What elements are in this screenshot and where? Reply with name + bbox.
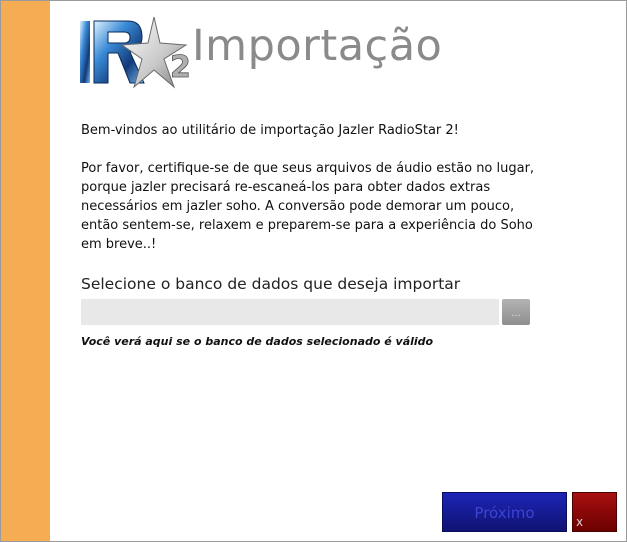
page-title: Importação — [192, 21, 443, 71]
instructions-text: Por favor, certifique-se de que seus arq… — [81, 161, 535, 252]
database-path-input[interactable] — [81, 299, 499, 325]
svg-text:2: 2 — [170, 50, 190, 85]
database-select-label: Selecione o banco de dados que deseja im… — [81, 275, 461, 293]
intro-text: Bem-vindos ao utilitário de importação J… — [81, 121, 541, 254]
welcome-text: Bem-vindos ao utilitário de importação J… — [81, 123, 459, 138]
validity-message: Você verá aqui se o banco de dados selec… — [81, 335, 434, 348]
side-accent-bar — [1, 1, 50, 541]
close-icon: x — [576, 515, 584, 529]
browse-button[interactable]: ... — [502, 299, 530, 325]
import-window: 2 Importação Bem-vindos ao utilitário de… — [0, 0, 627, 542]
next-button[interactable]: Próximo — [442, 492, 567, 532]
radiostar-2-logo-icon: 2 — [78, 15, 190, 93]
close-button[interactable]: x — [572, 492, 617, 532]
